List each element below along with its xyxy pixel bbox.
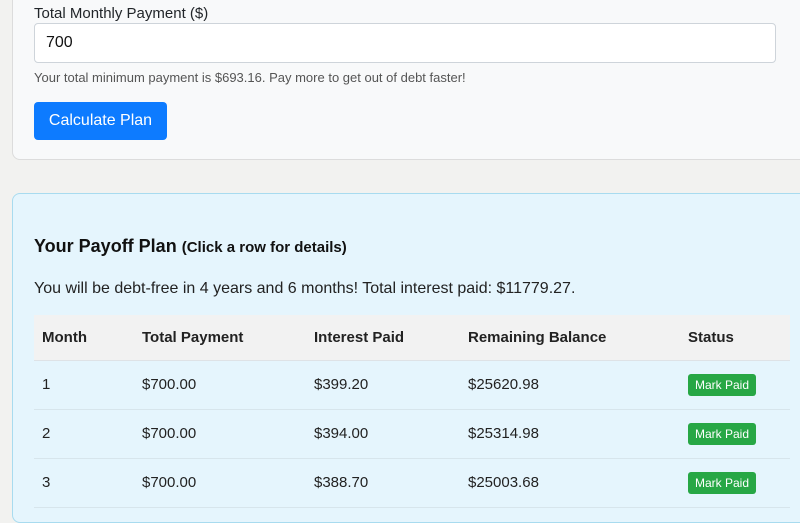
payment-input[interactable] (34, 23, 776, 63)
column-header-interest-paid: Interest Paid (306, 315, 460, 361)
cell-status: Mark Paid (680, 360, 790, 410)
plan-subtitle: (Click a row for details) (181, 239, 347, 256)
column-header-status: Status (680, 315, 790, 361)
cell-total-payment: $700.00 (134, 409, 306, 459)
payoff-table: Month Total Payment Interest Paid Remain… (34, 315, 790, 508)
cell-remaining-balance: $25620.98 (460, 360, 680, 410)
cell-month: 1 (34, 360, 134, 410)
plan-title: Your Payoff Plan (Click a row for detail… (34, 236, 347, 257)
cell-month: 2 (34, 409, 134, 459)
plan-summary: You will be debt-free in 4 years and 6 m… (34, 280, 576, 297)
payment-label: Total Monthly Payment ($) (34, 5, 209, 22)
table-row[interactable]: 2 $700.00 $394.00 $25314.98 Mark Paid (34, 409, 790, 459)
cell-total-payment: $700.00 (134, 360, 306, 410)
column-header-total-payment: Total Payment (134, 315, 306, 361)
mark-paid-button[interactable]: Mark Paid (688, 471, 757, 494)
cell-status: Mark Paid (680, 409, 790, 459)
column-header-remaining-balance: Remaining Balance (460, 315, 680, 361)
plan-title-text: Your Payoff Plan (34, 236, 177, 256)
mark-paid-button[interactable]: Mark Paid (688, 373, 757, 396)
column-header-month: Month (34, 315, 134, 361)
cell-interest-paid: $399.20 (306, 360, 460, 410)
calculate-plan-button[interactable]: Calculate Plan (34, 102, 167, 140)
minimum-payment-hint: Your total minimum payment is $693.16. P… (34, 70, 466, 85)
table-header-row: Month Total Payment Interest Paid Remain… (34, 315, 790, 361)
cell-remaining-balance: $25314.98 (460, 409, 680, 459)
cell-interest-paid: $394.00 (306, 409, 460, 459)
mark-paid-button[interactable]: Mark Paid (688, 422, 757, 445)
table-row[interactable]: 1 $700.00 $399.20 $25620.98 Mark Paid (34, 360, 790, 410)
